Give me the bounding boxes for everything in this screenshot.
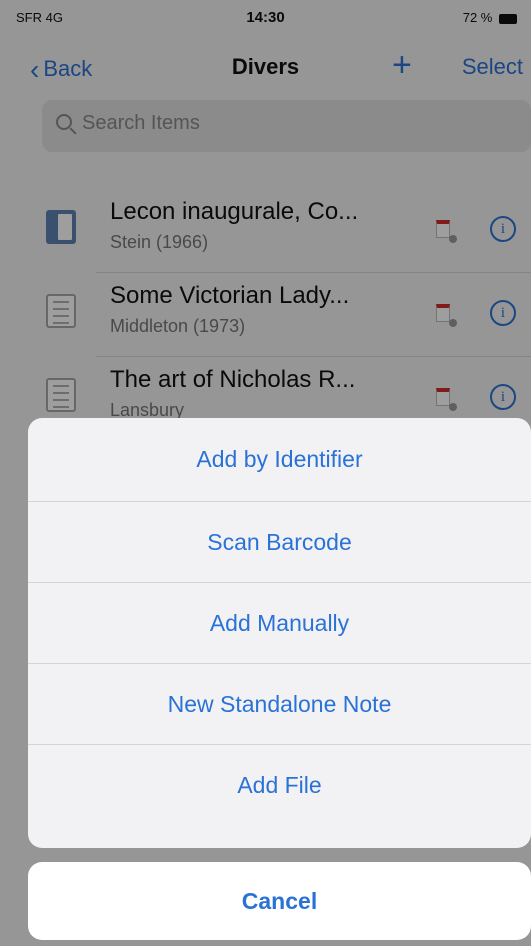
add-manually-option[interactable]: Add Manually: [28, 582, 531, 663]
action-sheet: Add by Identifier Scan Barcode Add Manua…: [28, 418, 531, 848]
scan-barcode-option[interactable]: Scan Barcode: [28, 501, 531, 582]
cancel-button[interactable]: Cancel: [28, 862, 531, 940]
new-standalone-note-option[interactable]: New Standalone Note: [28, 663, 531, 744]
add-by-identifier-option[interactable]: Add by Identifier: [28, 418, 531, 501]
add-file-option[interactable]: Add File: [28, 744, 531, 825]
